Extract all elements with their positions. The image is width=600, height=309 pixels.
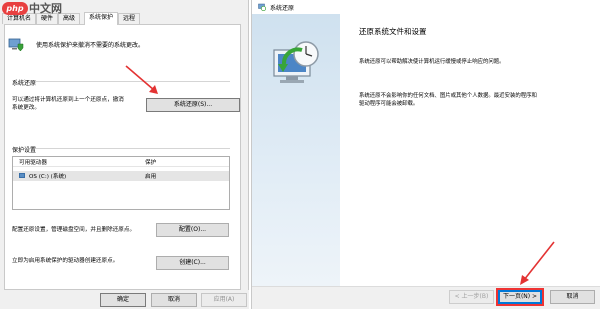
column-header-drive: 可用驱动器 [19, 160, 47, 166]
window-title: 系统还原 [270, 5, 295, 12]
create-description: 立即为启用系统保护的驱动器创建还原点。 [12, 258, 119, 264]
apply-button[interactable]: 应用(A) [201, 293, 247, 307]
wizard-heading: 还原系统文件和设置 [359, 27, 427, 36]
wizard-paragraph-2-line1: 系统还原不会影响你的任何文档、图片或其他个人数据。最近安装的程序和 [359, 93, 537, 99]
system-properties-window: php 中文网 计算机名 硬件 高级 系统保护 远程 使用系统保护来撤消不需要的… [0, 0, 249, 309]
annotation-arrow [520, 241, 555, 285]
protection-section-title: 保护设置 [12, 147, 37, 154]
system-restore-button[interactable]: 系统还原(S)... [146, 98, 240, 112]
wizard-side-banner [252, 14, 340, 287]
computer-shield-icon [8, 38, 24, 52]
cancel-button[interactable]: 取消 [151, 293, 197, 307]
watermark-text: 中文网 [29, 2, 62, 15]
restore-description-line1: 可以通过将计算机还原到上一个还原点，撤消 [12, 97, 124, 103]
drive-table-header: 可用驱动器 保护 [13, 157, 229, 167]
back-button[interactable]: < 上一步(B) [449, 290, 494, 304]
drive-protection-status: 启用 [145, 174, 157, 180]
ok-button[interactable]: 确定 [100, 293, 146, 307]
cancel-button[interactable]: 取消 [550, 290, 595, 304]
restore-clock-icon [273, 41, 319, 83]
system-restore-icon [258, 3, 266, 11]
tab-remote[interactable]: 远程 [118, 13, 140, 24]
drive-table: 可用驱动器 保护 OS (C:) (系统) 启用 [12, 156, 230, 210]
restore-description-line2: 系统更改。 [12, 105, 40, 111]
site-watermark: php 中文网 [2, 1, 66, 16]
create-button[interactable]: 创建(C)... [156, 256, 229, 270]
title-bar: 系统还原 [252, 0, 600, 14]
wizard-paragraph-2-line2: 驱动程序可能会被卸载。 [359, 101, 419, 107]
next-button[interactable]: 下一页(N) > [498, 290, 542, 304]
configure-description: 配置还原设置，管理磁盘空间，并且删除还原点。 [12, 227, 136, 233]
wizard-paragraph-1: 系统还原可以帮助解决使计算机运行缓慢或停止响应的问题。 [359, 59, 505, 65]
section-divider [36, 81, 230, 82]
column-header-protection: 保护 [145, 160, 157, 166]
watermark-badge: php [2, 2, 28, 15]
restore-section-title: 系统还原 [12, 80, 37, 87]
drive-name: OS (C:) (系统) [29, 174, 67, 180]
system-restore-wizard: 系统还原 还原系统文件和设置 系统还原可以帮助解决使计算机运行缓慢或停止响应的问… [251, 0, 600, 309]
section-divider [36, 148, 230, 149]
configure-button[interactable]: 配置(O)... [156, 223, 229, 237]
table-row[interactable]: OS (C:) (系统) 启用 [13, 171, 229, 181]
tab-system-protection[interactable]: 系统保护 [84, 12, 118, 25]
drive-icon [19, 173, 25, 178]
intro-text: 使用系统保护来撤消不需要的系统更改。 [36, 42, 145, 49]
wizard-footer [252, 286, 600, 309]
